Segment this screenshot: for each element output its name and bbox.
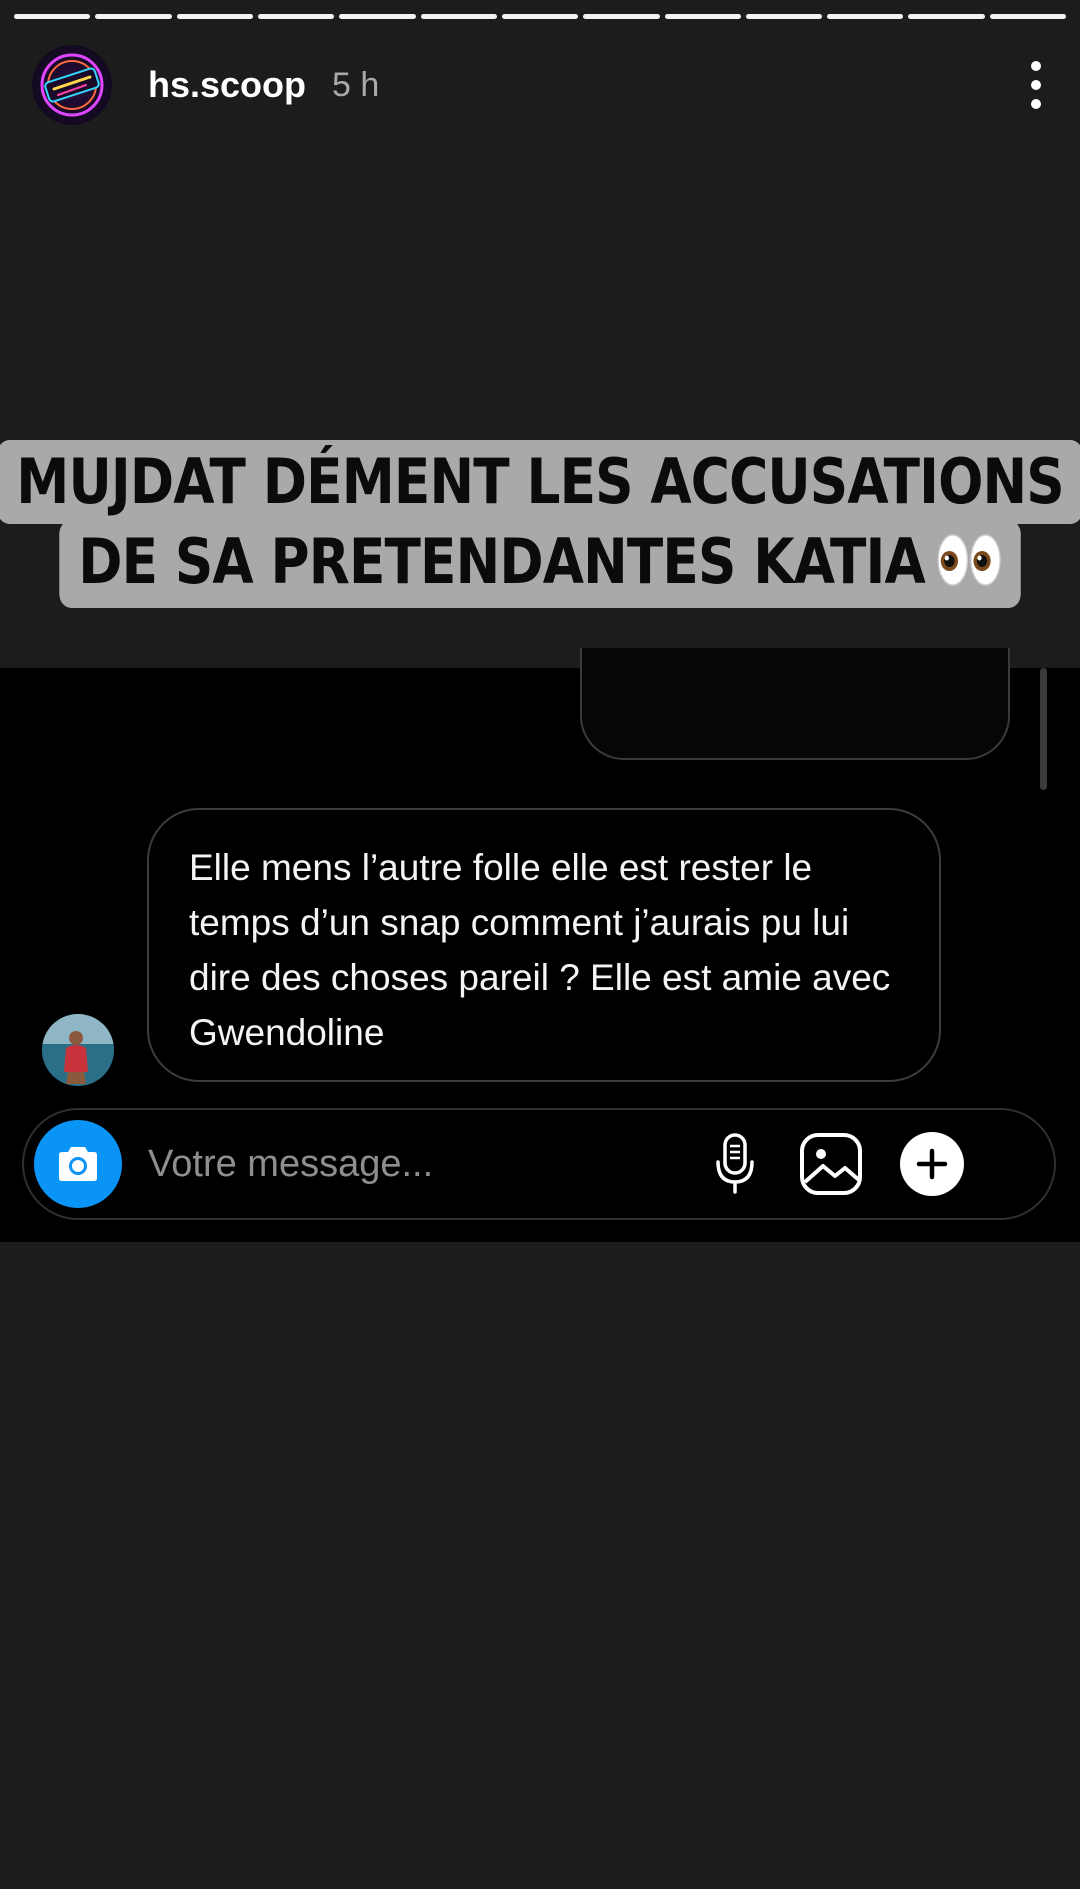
message-text: Elle mens l’autre folle elle est rester … — [189, 847, 891, 1053]
dm-screenshot: Elle mens l’autre folle elle est rester … — [0, 648, 1080, 1242]
more-options-icon[interactable] — [1024, 61, 1048, 109]
progress-segment — [908, 14, 985, 19]
message-input[interactable] — [146, 1128, 710, 1200]
headline-line-1: MUJDAT DÉMENT LES ACCUSATIONS — [0, 440, 1080, 524]
progress-segment — [827, 14, 904, 19]
story-progress-bar — [14, 14, 1067, 19]
message-bubble: Elle mens l’autre folle elle est rester … — [147, 808, 941, 1082]
progress-segment — [14, 14, 91, 19]
image-icon[interactable] — [798, 1131, 864, 1197]
progress-segment — [339, 14, 416, 19]
progress-segment — [501, 14, 579, 19]
progress-segment — [745, 14, 823, 19]
progress-segment — [989, 14, 1067, 19]
message-composer — [22, 1108, 1056, 1220]
progress-segment — [257, 14, 335, 19]
progress-segment — [664, 14, 741, 19]
profile-avatar[interactable] — [32, 45, 112, 125]
progress-segment — [420, 14, 497, 19]
story-username[interactable]: hs.scoop — [148, 64, 306, 106]
sender-avatar[interactable] — [42, 1014, 114, 1086]
story-timestamp: 5 h — [332, 65, 380, 104]
headline-line-2: DE SA PRETENDANTES KATIA — [59, 520, 1021, 608]
story-headline: MUJDAT DÉMENT LES ACCUSATIONS DE SA PRET… — [0, 440, 1080, 608]
camera-icon[interactable] — [34, 1120, 122, 1208]
scrollbar[interactable] — [1040, 668, 1047, 790]
previous-message-bubble — [580, 648, 1010, 760]
microphone-icon[interactable] — [710, 1129, 760, 1199]
progress-segment — [176, 14, 253, 19]
story-header: hs.scoop 5 h — [32, 45, 1048, 125]
neon-logo-icon — [40, 53, 104, 117]
progress-segment — [583, 14, 660, 19]
eyes-emoji-icon — [937, 524, 1002, 608]
plus-icon[interactable] — [900, 1132, 964, 1196]
progress-segment — [95, 14, 172, 19]
